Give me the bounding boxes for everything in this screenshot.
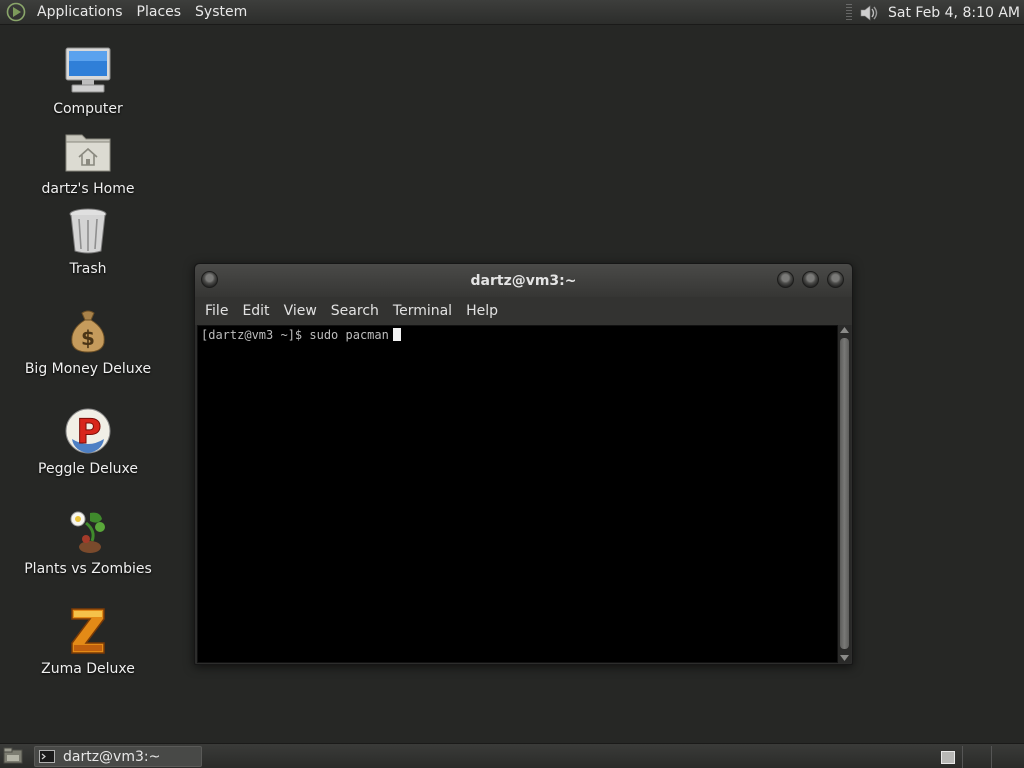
workspace-switcher[interactable]: [962, 746, 1020, 768]
menu-places[interactable]: Places: [130, 0, 189, 25]
svg-text:$: $: [81, 326, 95, 350]
desktop-icon-label: Zuma Deluxe: [41, 661, 135, 677]
top-panel: Applications Places System Sat Feb 4, 8:…: [0, 0, 1024, 25]
text-cursor: [392, 328, 401, 341]
svg-text:P: P: [77, 412, 102, 452]
zuma-icon: [71, 608, 105, 654]
terminal-icon: [39, 750, 55, 763]
desktop-icon-zuma[interactable]: Zuma Deluxe: [8, 605, 168, 677]
terminal-window: dartz@vm3:~ File Edit View Search Termin…: [194, 263, 853, 665]
window-title: dartz@vm3:~: [470, 272, 577, 289]
distro-logo-icon[interactable]: [6, 2, 26, 22]
home-folder-icon: [65, 134, 111, 172]
panel-tray: Sat Feb 4, 8:10 AM: [846, 0, 1024, 25]
bottom-panel: dartz@vm3:~: [0, 743, 1024, 768]
desktop-icon-label: Big Money Deluxe: [24, 361, 152, 377]
workspace-1[interactable]: [941, 751, 955, 764]
scroll-down-icon[interactable]: [838, 653, 851, 663]
scroll-thumb[interactable]: [840, 338, 849, 649]
desktop-icon-trash[interactable]: Trash: [8, 205, 168, 277]
clock[interactable]: Sat Feb 4, 8:10 AM: [888, 5, 1020, 21]
menu-help[interactable]: Help: [459, 297, 505, 325]
terminal-prompt-line: [dartz@vm3 ~]$ sudo pacman: [201, 328, 401, 342]
taskbar-terminal-label: dartz@vm3:~: [63, 748, 161, 765]
desktop-icon-label: Plants vs Zombies: [24, 561, 152, 577]
menu-view[interactable]: View: [277, 297, 324, 325]
peggle-icon: P: [65, 408, 111, 454]
menu-file[interactable]: File: [198, 297, 235, 325]
money-bag-icon: $: [71, 310, 105, 353]
terminal-scrollbar[interactable]: [838, 325, 851, 663]
window-menu-button[interactable]: [201, 271, 218, 288]
terminal-prompt: [dartz@vm3 ~]$ sudo pacman: [201, 328, 389, 342]
menu-applications[interactable]: Applications: [30, 0, 130, 25]
menu-terminal[interactable]: Terminal: [386, 297, 459, 325]
desktop-icon-label: dartz's Home: [41, 181, 135, 197]
terminal-output[interactable]: [dartz@vm3 ~]$ sudo pacman: [197, 325, 838, 663]
scroll-up-icon[interactable]: [838, 325, 851, 335]
show-desktop-icon[interactable]: [3, 747, 23, 765]
desktop-icon-big-money[interactable]: $ Big Money Deluxe: [8, 305, 168, 377]
panel-handle[interactable]: [846, 3, 852, 22]
terminal-menubar: File Edit View Search Terminal Help: [195, 297, 852, 325]
volume-icon[interactable]: [858, 3, 880, 23]
menu-system[interactable]: System: [188, 0, 254, 25]
desktop-icon-computer[interactable]: Computer: [8, 45, 168, 117]
menu-search[interactable]: Search: [324, 297, 386, 325]
plants-vs-zombies-icon: [70, 511, 105, 553]
desktop-icon-label: Computer: [53, 101, 123, 117]
desktop-icon-home[interactable]: dartz's Home: [8, 125, 168, 197]
desktop-icon-label: Peggle Deluxe: [38, 461, 138, 477]
desktop-icon-pvz[interactable]: Plants vs Zombies: [8, 505, 168, 577]
desktop-icon-label: Trash: [69, 261, 107, 277]
close-button[interactable]: [827, 271, 844, 288]
minimize-button[interactable]: [777, 271, 794, 288]
desktop-icon-peggle[interactable]: P Peggle Deluxe: [8, 405, 168, 477]
taskbar-terminal-button[interactable]: dartz@vm3:~: [34, 746, 202, 767]
maximize-button[interactable]: [802, 271, 819, 288]
trash-icon: [69, 208, 107, 254]
menu-edit[interactable]: Edit: [235, 297, 276, 325]
computer-icon: [65, 47, 111, 93]
window-titlebar[interactable]: dartz@vm3:~: [195, 264, 852, 297]
